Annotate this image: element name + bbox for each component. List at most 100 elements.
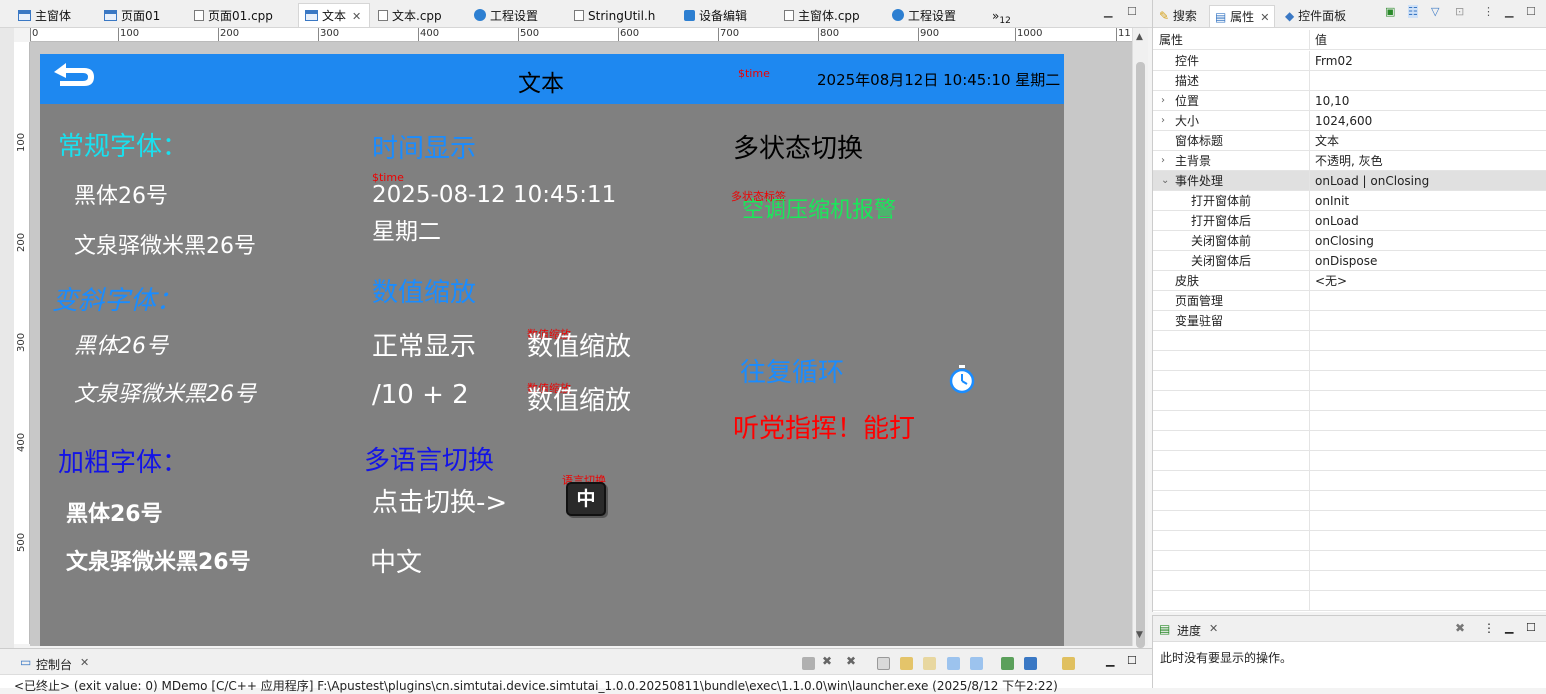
property-value[interactable]: Frm02 — [1315, 51, 1353, 71]
remove-all-launches-icon[interactable]: ✖ — [846, 654, 856, 668]
close-icon[interactable]: ✕ — [1209, 622, 1218, 635]
minimize-icon[interactable]: ▁ — [1106, 654, 1114, 667]
progress-message: 此时没有要显示的操作。 — [1160, 651, 1293, 665]
maximize-icon[interactable]: ☐ — [1127, 654, 1137, 667]
console-tab-bar: ▭ 控制台 ✕ ✖ ✖ ▁ ☐ — [0, 649, 1152, 675]
tab-text-cpp[interactable]: 文本.cpp — [378, 4, 442, 28]
tree-view-icon[interactable]: ☷ — [1408, 5, 1418, 18]
property-row[interactable]: 描述 — [1153, 71, 1546, 91]
terminate-icon[interactable] — [802, 657, 815, 670]
timer-icon[interactable] — [948, 364, 976, 394]
property-value[interactable]: 10,10 — [1315, 91, 1349, 111]
scrollbar-thumb[interactable] — [1136, 62, 1145, 648]
property-row[interactable]: 打开窗体后 onLoad — [1153, 211, 1546, 231]
minimize-icon[interactable]: ▁ — [1104, 5, 1112, 18]
property-value[interactable]: <无> — [1315, 271, 1347, 291]
canvas-scrollbar[interactable]: ▲ ▼ — [1132, 28, 1148, 648]
tab-stringutil-h[interactable]: StringUtil.h — [574, 4, 655, 28]
property-key: 描述 — [1175, 74, 1200, 88]
close-icon[interactable]: ✕ — [1260, 11, 1269, 24]
filter-icon[interactable]: ▽ — [1431, 5, 1439, 18]
tab-widget-palette[interactable]: ◆ 控件面板 — [1285, 5, 1346, 27]
expand-icon[interactable]: › — [1161, 111, 1165, 131]
weekday-value: 星期二 — [372, 219, 441, 245]
tab-properties[interactable]: ▤ 属性 ✕ — [1209, 5, 1276, 27]
close-icon[interactable]: ✕ — [80, 656, 89, 669]
tab-page01[interactable]: 页面01 — [104, 4, 160, 28]
tab-project-settings[interactable]: 工程设置 — [474, 4, 538, 28]
property-value[interactable]: onDispose — [1315, 251, 1377, 271]
property-row[interactable]: › 大小 1024,600 — [1153, 111, 1546, 131]
expand-icon[interactable]: › — [1161, 91, 1165, 111]
open-console-icon[interactable] — [1062, 657, 1075, 670]
progress-icon: ▤ — [1159, 622, 1171, 636]
tab-overflow-button[interactable]: »12 — [992, 4, 1011, 28]
scroll-lock-icon[interactable] — [900, 657, 913, 670]
time-display-value: 2025-08-12 10:45:11 — [372, 182, 617, 208]
remove-launch-icon[interactable]: ✖ — [822, 654, 832, 668]
remove-all-icon[interactable]: ✖ — [1455, 621, 1465, 635]
tab-main-form[interactable]: 主窗体 — [18, 4, 71, 28]
tab-main-form-cpp[interactable]: 主窗体.cpp — [784, 4, 860, 28]
bold-font-heading: 加粗字体： — [58, 448, 189, 478]
maximize-icon[interactable]: ☐ — [1127, 5, 1137, 18]
property-row[interactable]: 关闭窗体前 onClosing — [1153, 231, 1546, 251]
property-value[interactable]: onInit — [1315, 191, 1349, 211]
property-empty-row — [1153, 411, 1546, 431]
property-value[interactable]: onLoad | onClosing — [1315, 171, 1429, 191]
left-edge-strip — [0, 28, 14, 648]
more-vertical-icon[interactable]: ⋮ — [1483, 621, 1495, 635]
console-output: <已终止> (exit value: 0) MDemo [C/C++ 应用程序]… — [14, 679, 1058, 693]
minimize-icon[interactable]: ▁ — [1505, 5, 1513, 18]
language-switch-button[interactable]: 中 — [566, 482, 606, 516]
back-arrow-icon[interactable] — [50, 60, 96, 88]
expand-icon[interactable]: › — [1161, 151, 1165, 171]
property-row[interactable]: ⌄ 事件处理 onLoad | onClosing — [1153, 171, 1546, 191]
property-row[interactable]: 页面管理 — [1153, 291, 1546, 311]
property-value[interactable]: onClosing — [1315, 231, 1374, 251]
pin-console-icon[interactable] — [1001, 657, 1014, 670]
tab-project-settings-2[interactable]: 工程设置 — [892, 4, 956, 28]
property-key: 窗体标题 — [1175, 134, 1224, 148]
property-row[interactable]: 控件 Frm02 — [1153, 51, 1546, 71]
property-row[interactable]: › 位置 10,10 — [1153, 91, 1546, 111]
scroll-down-icon[interactable]: ▼ — [1136, 630, 1143, 640]
word-wrap-icon[interactable] — [923, 657, 936, 670]
show-on-stderr-icon[interactable] — [970, 657, 983, 670]
scroll-up-icon[interactable]: ▲ — [1136, 32, 1143, 42]
progress-panel: ▤ 进度 ✕ ✖ ⋮ ▁ ☐ 此时没有要显示的操作。 — [1152, 615, 1546, 688]
maximize-icon[interactable]: ☐ — [1526, 5, 1536, 18]
tab-device-edit[interactable]: 设备编辑 — [684, 4, 747, 28]
close-icon[interactable]: ✕ — [352, 10, 361, 23]
display-console-icon[interactable] — [1024, 657, 1037, 670]
designed-form[interactable]: 文本 $time 2025年08月12日 10:45:10 星期二 常规字体： … — [40, 54, 1064, 646]
property-key: 事件处理 — [1175, 174, 1224, 188]
property-row[interactable]: 打开窗体前 onInit — [1153, 191, 1546, 211]
property-row[interactable]: 皮肤 <无> — [1153, 271, 1546, 291]
maximize-icon[interactable]: ☐ — [1526, 621, 1536, 634]
regular-font-item: 文泉驿微米黑26号 — [74, 234, 256, 259]
property-value[interactable]: onLoad — [1315, 211, 1359, 231]
clear-console-icon[interactable] — [877, 657, 890, 670]
tab-search[interactable]: ✎ 搜索 — [1159, 5, 1197, 27]
property-row[interactable]: 变量驻留 — [1153, 311, 1546, 331]
value-scale-value: 数值缩放 — [527, 386, 632, 416]
property-row[interactable]: 关闭窗体后 onDispose — [1153, 251, 1546, 271]
property-value[interactable]: 1024,600 — [1315, 111, 1372, 131]
tab-page01-cpp[interactable]: 页面01.cpp — [194, 4, 273, 28]
property-value[interactable]: 不透明, 灰色 — [1315, 151, 1383, 171]
collapse-icon[interactable]: ⌄ — [1161, 171, 1169, 191]
property-row[interactable]: 窗体标题 文本 — [1153, 131, 1546, 151]
new-window-icon[interactable]: ▣ — [1385, 5, 1395, 18]
more-vertical-icon[interactable]: ⋮ — [1483, 5, 1494, 18]
show-on-stdout-icon[interactable] — [947, 657, 960, 670]
property-empty-row — [1153, 551, 1546, 571]
console-icon: ▭ — [20, 655, 32, 669]
normal-display-label: 正常显示 — [372, 332, 477, 362]
restore-view-icon[interactable]: ⊡ — [1455, 5, 1464, 18]
property-value[interactable]: 文本 — [1315, 131, 1339, 151]
bold-font-item: 黑体26号 — [66, 502, 163, 527]
tab-text[interactable]: 文本 ✕ — [298, 3, 370, 27]
minimize-icon[interactable]: ▁ — [1505, 621, 1513, 634]
property-row[interactable]: › 主背景 不透明, 灰色 — [1153, 151, 1546, 171]
